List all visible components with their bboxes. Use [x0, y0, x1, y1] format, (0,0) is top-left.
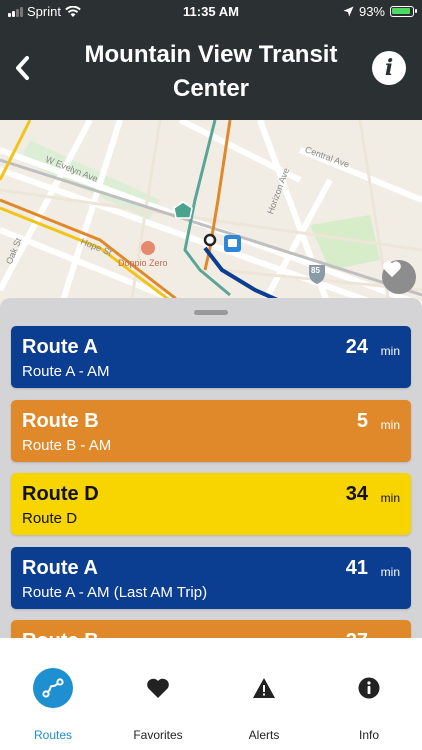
departures-sheet[interactable]: Route A Route A - AM 24 min Route B Route B -…	[0, 298, 422, 638]
tab-icon	[33, 668, 73, 708]
map-poi-label: Doppio Zero	[118, 258, 168, 268]
tab-info[interactable]: Info	[316, 638, 422, 750]
tab-bar: Routes Favorites Alerts Info	[0, 638, 422, 750]
route-name: Route D	[22, 483, 99, 505]
minutes-unit: min	[380, 491, 400, 505]
status-right: 93%	[343, 4, 417, 19]
battery-percent: 93%	[358, 4, 385, 19]
departure-card[interactable]: Route B Route B - AM 5 min	[11, 399, 411, 462]
tab-alerts[interactable]: Alerts	[211, 638, 317, 750]
departure-minutes: 24	[345, 336, 368, 358]
tab-icon	[244, 668, 284, 708]
tab-routes[interactable]: Routes	[0, 638, 106, 750]
highway-shield-label: 85	[311, 266, 320, 275]
minutes-unit: min	[380, 564, 400, 579]
departure-card[interactable]: Route A Route A - AM 24 min	[11, 326, 411, 388]
info-button[interactable]: i	[372, 51, 406, 85]
route-subtitle: Route D	[22, 510, 78, 527]
departure-card[interactable]: Route B27min	[11, 620, 411, 638]
route-name: Route A	[22, 336, 98, 358]
minutes-unit: min	[380, 417, 400, 432]
info-icon: i	[384, 55, 394, 81]
departure-minutes: 27	[346, 630, 368, 638]
departure-card[interactable]: Route D Route D 34 min	[11, 473, 411, 535]
chevron-left-icon	[16, 56, 29, 80]
departure-card[interactable]: Route A Route A - AM (Last AM Trip) 41 min	[11, 546, 411, 609]
header: Sprint 11:35 AM 93% Mountain View Transi…	[0, 0, 422, 120]
departure-minutes: 5	[356, 409, 368, 432]
minutes-unit: min	[380, 344, 400, 358]
departure-minutes: 34	[345, 483, 368, 505]
heart-icon	[383, 261, 401, 278]
route-name: Route A	[22, 556, 98, 579]
tab-label: Info	[358, 728, 379, 742]
location-arrow-icon	[343, 6, 354, 17]
route-subtitle: Route A - AM	[22, 363, 110, 380]
tab-favorites[interactable]: Favorites	[105, 638, 211, 750]
battery-icon	[390, 6, 417, 17]
map-view[interactable]: Central Ave W Evelyn Ave Horizon Ave Hop…	[0, 120, 422, 310]
route-subtitle: Route A - AM (Last AM Trip)	[22, 583, 208, 601]
info-icon	[358, 677, 380, 699]
route-name: Route B	[22, 630, 99, 638]
favorite-stop-button[interactable]	[382, 260, 416, 294]
status-bar: Sprint 11:35 AM 93%	[0, 0, 422, 22]
back-button[interactable]	[8, 50, 36, 86]
map-canvas	[0, 120, 422, 310]
tab-icon	[138, 668, 178, 708]
departure-minutes: 41	[345, 556, 368, 579]
sheet-grabber[interactable]	[194, 310, 228, 315]
page-title: Mountain View Transit Center	[84, 41, 338, 102]
tab-label: Favorites	[133, 728, 183, 742]
route-name: Route B	[22, 409, 99, 432]
battery-fill	[392, 8, 410, 14]
heart-icon	[147, 678, 169, 698]
tab-icon	[349, 668, 389, 708]
tab-label: Routes	[33, 728, 73, 742]
warning-icon	[253, 678, 275, 698]
route-icon	[33, 668, 73, 708]
route-subtitle: Route B - AM	[22, 436, 112, 454]
tab-label: Alerts	[248, 728, 280, 742]
